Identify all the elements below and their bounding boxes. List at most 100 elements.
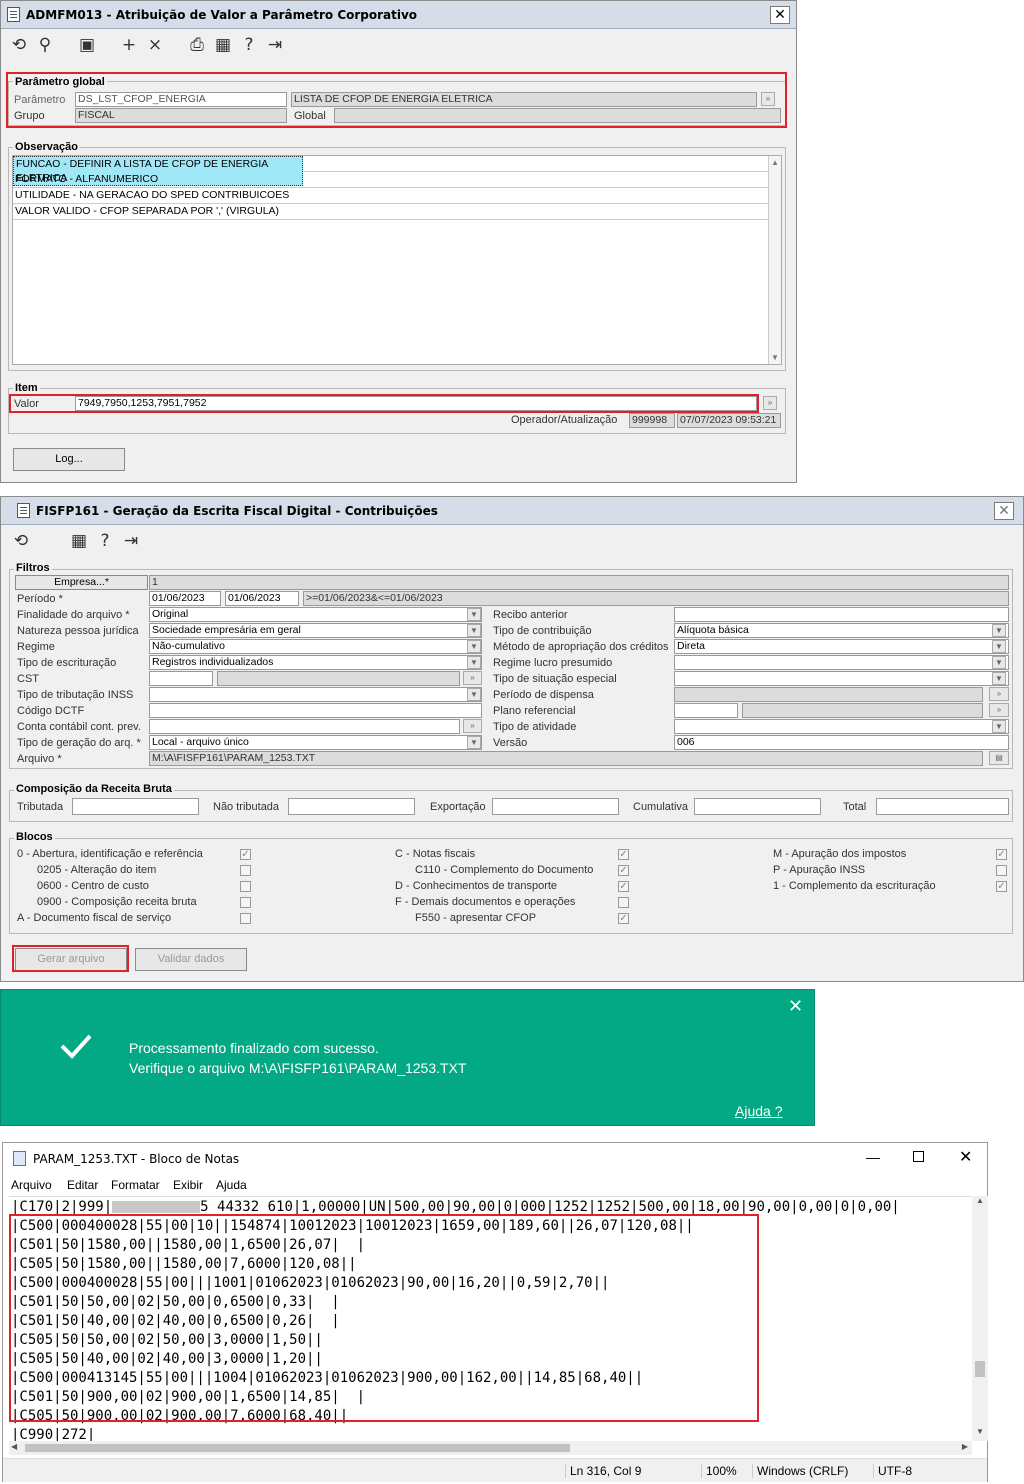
refresh-icon[interactable]: ⟲ [7, 33, 31, 57]
dropdown-arrow-icon[interactable]: ▼ [467, 656, 481, 669]
lookup-button[interactable]: » [463, 671, 482, 685]
scroll-down-icon[interactable]: ▼ [972, 1427, 988, 1441]
checkbox[interactable] [240, 865, 251, 876]
dropdown-arrow-icon[interactable]: ▼ [992, 624, 1006, 637]
plano-field[interactable] [674, 703, 738, 718]
dropdown-arrow-icon[interactable]: ▼ [467, 640, 481, 653]
exit-icon[interactable]: ⇥ [119, 529, 143, 553]
cst-field[interactable] [149, 671, 213, 686]
checkbox-checked[interactable]: ✓ [618, 849, 629, 860]
regime-select[interactable]: Não-cumulativo [149, 639, 482, 654]
close-button[interactable]: ✕ [994, 502, 1014, 520]
horizontal-scrollbar[interactable]: ◀ ▶ [9, 1441, 972, 1455]
cumulativa-field[interactable] [694, 798, 821, 815]
print-icon[interactable]: ⎙ [185, 33, 209, 57]
checkbox-checked[interactable]: ✓ [240, 849, 251, 860]
refresh-icon[interactable]: ⟲ [9, 529, 33, 553]
delete-icon[interactable]: × [143, 33, 167, 57]
situacao-select[interactable] [674, 671, 1009, 686]
lucro-select[interactable] [674, 655, 1009, 670]
dropdown-arrow-icon[interactable]: ▼ [467, 688, 481, 701]
lookup-button[interactable]: » [763, 396, 777, 410]
atividade-select[interactable] [674, 719, 1009, 734]
lookup-button[interactable]: » [989, 687, 1009, 701]
folder-icon[interactable]: ▤ [989, 751, 1009, 765]
checkbox[interactable] [240, 897, 251, 908]
dropdown-arrow-icon[interactable]: ▼ [467, 736, 481, 749]
toast-help-link[interactable]: Ajuda ? [735, 1103, 782, 1119]
validar-dados-button[interactable]: Validar dados [135, 948, 247, 971]
checkbox[interactable] [618, 897, 629, 908]
escrituracao-select[interactable]: Registros individualizados [149, 655, 482, 670]
tributada-field[interactable] [72, 798, 199, 815]
inss-select[interactable] [149, 687, 482, 702]
scroll-up-icon[interactable]: ▲ [972, 1196, 988, 1210]
dropdown-arrow-icon[interactable]: ▼ [992, 640, 1006, 653]
scroll-right-icon[interactable]: ▶ [962, 1442, 968, 1451]
checkbox-checked[interactable]: ✓ [618, 881, 629, 892]
contribuicao-select[interactable]: Alíquota básica [674, 623, 1009, 638]
menu-exibir[interactable]: Exibir [173, 1178, 203, 1192]
checkbox-checked[interactable]: ✓ [618, 913, 629, 924]
periodo-inicio-field[interactable]: 01/06/2023 [149, 591, 221, 606]
dctf-field[interactable] [149, 703, 482, 718]
checkbox-checked[interactable]: ✓ [996, 849, 1007, 860]
toast-close-button[interactable]: ✕ [788, 996, 803, 1017]
nao-tributada-field[interactable] [288, 798, 415, 815]
bloco-label: 1 - Complemento da escrituração [773, 880, 936, 892]
recibo-field[interactable] [674, 607, 1009, 622]
checkbox[interactable] [240, 913, 251, 924]
periodo-fim-field[interactable]: 01/06/2023 [225, 591, 299, 606]
observacao-list[interactable]: FUNCAO - DEFINIR A LISTA DE CFOP DE ENER… [12, 155, 782, 365]
save-icon[interactable]: ▣ [75, 33, 99, 57]
close-icon[interactable]: ✕ [959, 1147, 972, 1167]
exit-icon[interactable]: ⇥ [263, 33, 287, 57]
checkbox[interactable] [240, 881, 251, 892]
natureza-select[interactable]: Sociedade empresária em geral [149, 623, 482, 638]
window-title: FISFP161 - Geração da Escrita Fiscal Dig… [36, 503, 438, 518]
add-icon[interactable]: + [117, 33, 141, 57]
dropdown-arrow-icon[interactable]: ▼ [467, 624, 481, 637]
lookup-button[interactable]: » [463, 719, 482, 733]
dropdown-arrow-icon[interactable]: ▼ [992, 672, 1006, 685]
scroll-thumb[interactable] [975, 1361, 985, 1377]
observacao-line: FUNCAO - DEFINIR A LISTA DE CFOP DE ENER… [13, 156, 769, 186]
scroll-thumb[interactable] [25, 1444, 570, 1452]
maximize-icon[interactable] [913, 1151, 924, 1162]
vertical-scrollbar[interactable]: ▲ ▼ [972, 1196, 988, 1441]
conta-field[interactable] [149, 719, 460, 734]
scroll-up-icon[interactable]: ▲ [769, 156, 781, 169]
checkbox-checked[interactable]: ✓ [996, 881, 1007, 892]
calendar-icon[interactable]: ▦ [67, 529, 91, 553]
empresa-button[interactable]: Empresa...* [15, 575, 148, 590]
metodo-select[interactable]: Direta [674, 639, 1009, 654]
scrollbar[interactable]: ▲ ▼ [768, 156, 781, 364]
scroll-left-icon[interactable]: ◀ [11, 1442, 17, 1451]
minimize-icon[interactable]: — [866, 1149, 880, 1165]
close-button[interactable]: ✕ [770, 6, 790, 24]
redacted-text [112, 1201, 201, 1213]
versao-field[interactable]: 006 [674, 735, 1009, 750]
lookup-button[interactable]: » [989, 703, 1009, 717]
search-icon[interactable]: ⚲ [33, 33, 57, 57]
finalidade-select[interactable]: Original [149, 607, 482, 622]
dropdown-arrow-icon[interactable]: ▼ [992, 720, 1006, 733]
calendar-icon[interactable]: ▦ [211, 33, 235, 57]
checkbox-checked[interactable]: ✓ [618, 865, 629, 876]
plano-descricao-field [742, 703, 983, 718]
help-icon[interactable]: ? [93, 529, 117, 553]
log-button[interactable]: Log... [13, 448, 125, 471]
geracao-select[interactable]: Local - arquivo único [149, 735, 482, 750]
total-field[interactable] [876, 798, 1009, 815]
menu-formatar[interactable]: Formatar [111, 1178, 160, 1192]
situacao-label: Tipo de situação especial [493, 673, 617, 685]
scroll-down-icon[interactable]: ▼ [769, 351, 781, 364]
checkbox[interactable] [996, 865, 1007, 876]
dropdown-arrow-icon[interactable]: ▼ [992, 656, 1006, 669]
menu-ajuda[interactable]: Ajuda [216, 1178, 247, 1192]
exportacao-field[interactable] [492, 798, 619, 815]
help-icon[interactable]: ? [237, 33, 261, 57]
menu-arquivo[interactable]: Arquivo [11, 1178, 52, 1192]
dropdown-arrow-icon[interactable]: ▼ [467, 608, 481, 621]
menu-editar[interactable]: Editar [67, 1178, 98, 1192]
